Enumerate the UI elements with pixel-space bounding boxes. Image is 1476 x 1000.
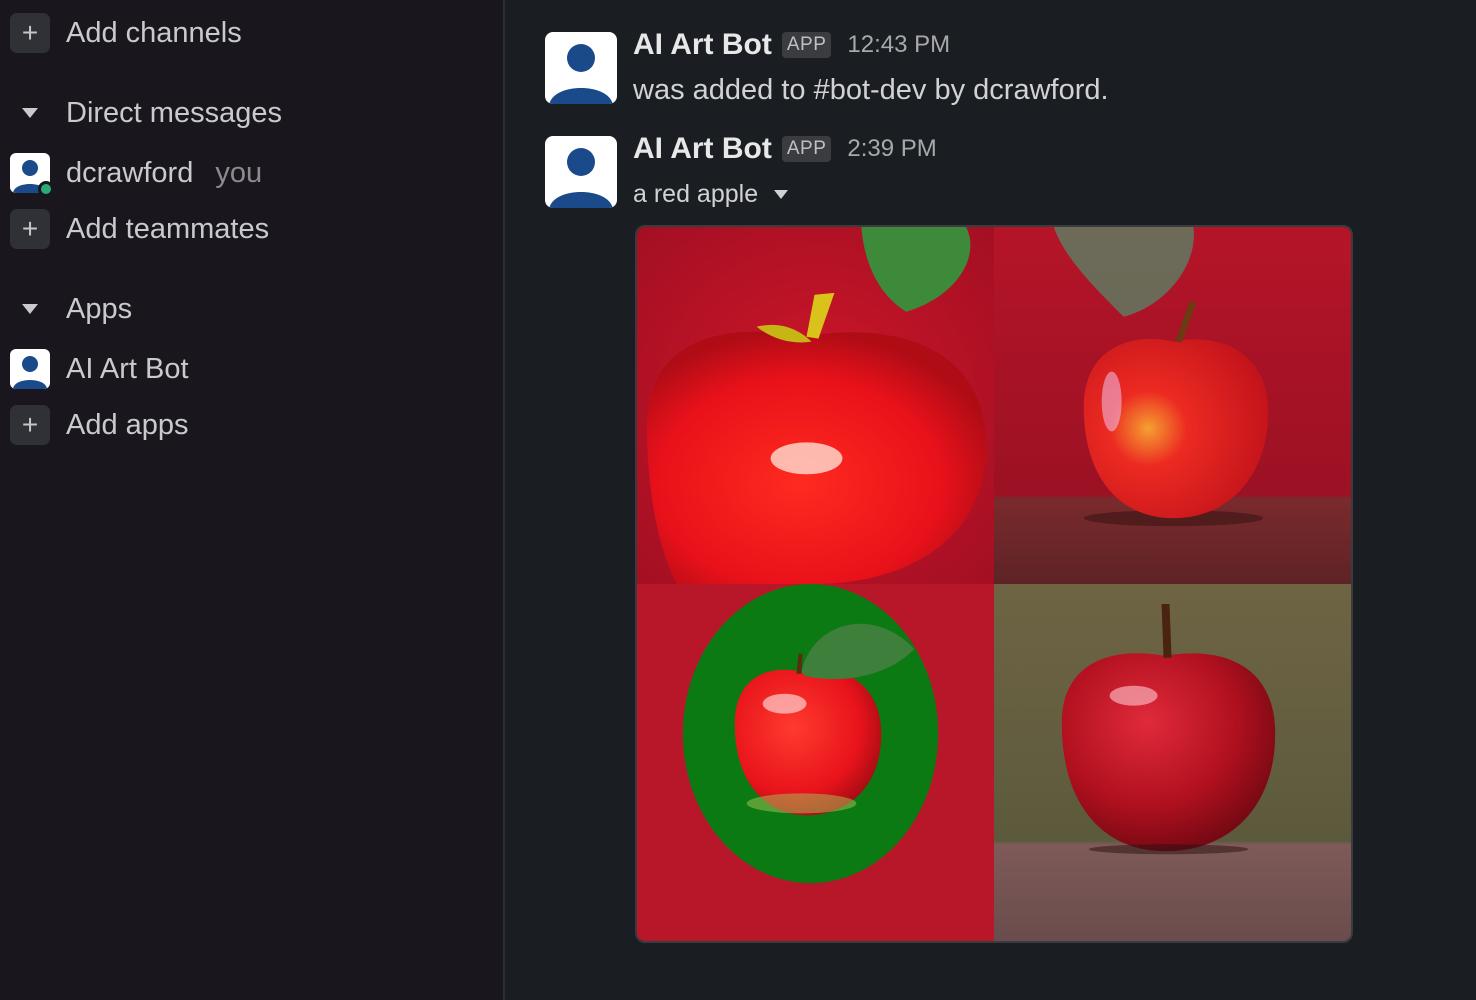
dm-user-you-label: you	[215, 156, 263, 189]
generated-image-2[interactable]	[994, 227, 1351, 584]
caret-down-icon	[10, 93, 50, 133]
message-pane: AI Art Bot APP 12:43 PM was added to #bo…	[505, 0, 1476, 1000]
message-avatar[interactable]	[545, 32, 617, 104]
app-window: + Add channels Direct messages dcrawford…	[0, 0, 1476, 1000]
user-silhouette-icon	[549, 148, 613, 208]
direct-messages-section-toggle[interactable]: Direct messages	[0, 89, 505, 137]
generated-image-4[interactable]	[994, 584, 1351, 941]
generated-image-grid[interactable]	[635, 225, 1353, 943]
apple-image	[637, 584, 994, 941]
image-caption: a red apple	[633, 180, 759, 208]
avatar	[10, 349, 50, 389]
apps-header: Apps	[66, 292, 133, 325]
add-teammates-button[interactable]: + Add teammates	[0, 205, 505, 253]
plus-icon: +	[10, 405, 50, 445]
apps-section-toggle[interactable]: Apps	[0, 285, 505, 333]
user-silhouette-icon	[13, 356, 47, 389]
apple-image	[637, 227, 994, 584]
sidebar-item-dcrawford[interactable]: dcrawford you	[0, 149, 505, 197]
add-apps-label: Add apps	[66, 408, 189, 441]
add-teammates-label: Add teammates	[66, 212, 270, 245]
apple-image	[994, 227, 1351, 584]
message-header: AI Art Bot APP 2:39 PM	[633, 132, 937, 166]
message-timestamp[interactable]: 12:43 PM	[847, 31, 950, 59]
message-author[interactable]: AI Art Bot	[633, 28, 772, 62]
presence-online-indicator	[38, 181, 54, 197]
plus-icon: +	[10, 209, 50, 249]
app-badge: APP	[781, 136, 832, 162]
app-badge: APP	[781, 32, 832, 58]
message-text: was added to #bot-dev by dcrawford.	[633, 74, 1109, 106]
caret-down-icon	[10, 289, 50, 329]
apple-image	[994, 584, 1351, 941]
add-channels-button[interactable]: + Add channels	[0, 9, 505, 57]
generated-image-3[interactable]	[637, 584, 994, 941]
message-author[interactable]: AI Art Bot	[633, 132, 772, 166]
message-header: AI Art Bot APP 12:43 PM	[633, 28, 950, 62]
caret-down-icon	[774, 190, 789, 199]
direct-messages-header: Direct messages	[66, 96, 282, 129]
message-timestamp[interactable]: 2:39 PM	[847, 135, 936, 163]
message-avatar[interactable]	[545, 136, 617, 208]
dm-user-name: dcrawford	[66, 156, 194, 189]
generated-image-1[interactable]	[637, 227, 994, 584]
app-item-label: AI Art Bot	[66, 352, 189, 385]
add-apps-button[interactable]: + Add apps	[0, 401, 505, 449]
add-channels-label: Add channels	[66, 16, 242, 49]
plus-icon: +	[10, 13, 50, 53]
user-silhouette-icon	[549, 44, 613, 104]
image-caption-toggle[interactable]: a red apple	[633, 180, 789, 209]
sidebar: + Add channels Direct messages dcrawford…	[0, 0, 505, 1000]
sidebar-item-ai-art-bot[interactable]: AI Art Bot	[0, 345, 505, 393]
